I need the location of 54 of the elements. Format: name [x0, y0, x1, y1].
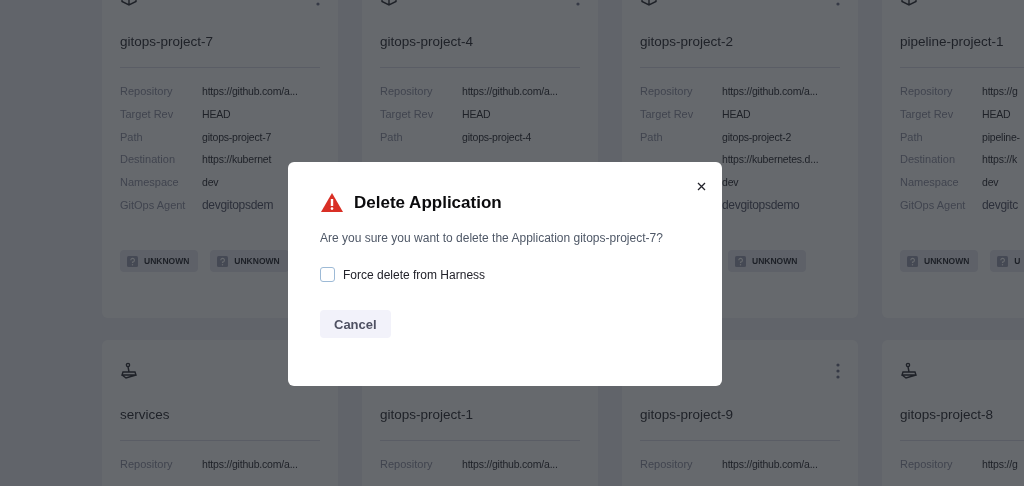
question-icon: [217, 255, 229, 267]
status-text: UNKNOWN: [234, 256, 280, 266]
field-value: HEAD: [462, 108, 491, 121]
close-button[interactable]: [695, 180, 708, 193]
field-value: https://github.com/a...: [202, 85, 298, 98]
dialog-title: Delete Application: [354, 192, 502, 213]
field-value: HEAD: [202, 108, 231, 121]
field-value: https://g: [982, 458, 1018, 471]
joystick-icon: [120, 362, 138, 380]
field-value: https://kubernet: [202, 153, 272, 166]
field-value: https://github.com/a...: [722, 85, 818, 98]
field-value: dev: [982, 176, 999, 189]
question-icon: [997, 255, 1009, 267]
question-icon: [127, 255, 138, 267]
field-value: gitops-project-4: [462, 130, 532, 143]
field-value: pipeline-: [982, 130, 1020, 143]
status-text: U: [1014, 256, 1021, 266]
field-value: devgitopsdem: [202, 197, 274, 212]
card-title: gitops-project-4: [380, 34, 475, 51]
field-value: dev: [202, 176, 219, 189]
field-value: https://github.com/a...: [202, 458, 298, 471]
field-value: dev: [722, 176, 739, 189]
cancel-button[interactable]: Cancel: [320, 310, 391, 338]
checkbox-label: Force delete from Harness: [343, 267, 486, 282]
field-value: https://github.com/a...: [722, 458, 818, 471]
card-title: pipeline-project-1: [900, 34, 1005, 51]
field-value: devgitc: [982, 197, 1018, 212]
card-title: services: [120, 407, 171, 424]
card-title: gitops-project-9: [640, 407, 735, 424]
card-title: gitops-project-8: [900, 407, 995, 424]
card-title: gitops-project-2: [640, 34, 735, 51]
status-text: UNKNOWN: [752, 256, 798, 266]
card-title: gitops-project-1: [380, 407, 475, 424]
field-value: https://github.com/a...: [462, 85, 558, 98]
joystick-icon: [900, 362, 918, 380]
question-icon: [735, 255, 746, 267]
field-value: gitops-project-7: [202, 130, 272, 143]
card-title: gitops-project-7: [120, 34, 215, 51]
checkbox[interactable]: [320, 267, 335, 282]
more-options-icon[interactable]: [836, 363, 840, 379]
status-text: UNKNOWN: [924, 256, 970, 266]
warning-icon: [320, 192, 344, 213]
field-value: https://k: [982, 153, 1017, 166]
field-value: HEAD: [722, 108, 751, 121]
field-value: gitops-project-2: [722, 130, 792, 143]
question-icon: [907, 255, 918, 267]
field-value: devgitopsdemo: [722, 197, 800, 212]
field-value: HEAD: [982, 108, 1011, 121]
close-icon: [697, 182, 706, 191]
dialog-message: Are you sure you want to delete the Application gitops-project-7?: [320, 231, 664, 245]
field-value: https://github.com/a...: [462, 458, 558, 471]
field-value: https://g: [982, 85, 1018, 98]
status-text: UNKNOWN: [144, 256, 190, 266]
field-value: https://kubernetes.d...: [722, 153, 819, 166]
